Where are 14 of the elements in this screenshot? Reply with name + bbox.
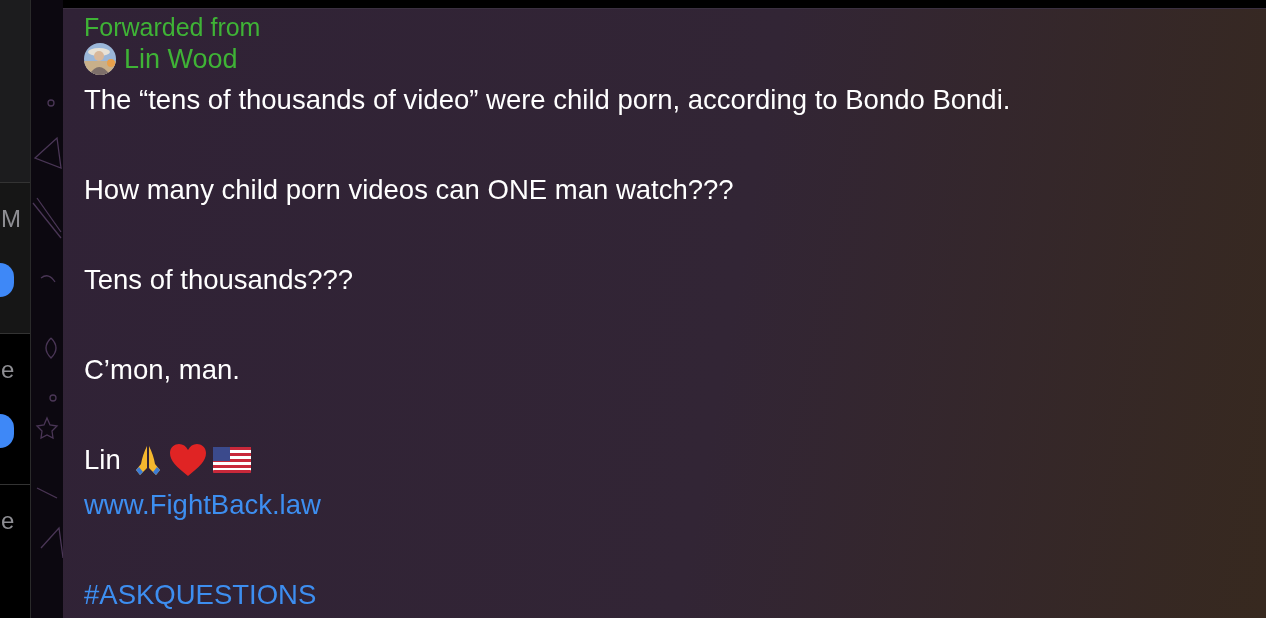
forwarded-label: Forwarded from bbox=[84, 13, 262, 41]
message-text: Tens of thousands??? bbox=[84, 263, 355, 297]
chat-list-item[interactable]: M bbox=[0, 183, 30, 334]
message-text: How many child porn videos can ONE man watch??? bbox=[84, 173, 735, 207]
heart-icon bbox=[168, 442, 207, 477]
website-link[interactable]: www.FightBack.law bbox=[84, 482, 321, 527]
author-name[interactable]: Lin Wood bbox=[124, 43, 238, 75]
message-text: C’mon, man. bbox=[84, 353, 241, 387]
chat-list-item[interactable]: e bbox=[0, 334, 30, 485]
message-text: The “tens of thousands of video” were child porn, according to Bondo Bondi. bbox=[84, 83, 1012, 117]
flag-icon bbox=[212, 446, 251, 473]
hashtag-link[interactable]: #ASKQUESTIONS bbox=[84, 572, 317, 617]
signature-text: Lin bbox=[84, 443, 121, 476]
chat-list-item[interactable]: e bbox=[0, 485, 30, 618]
